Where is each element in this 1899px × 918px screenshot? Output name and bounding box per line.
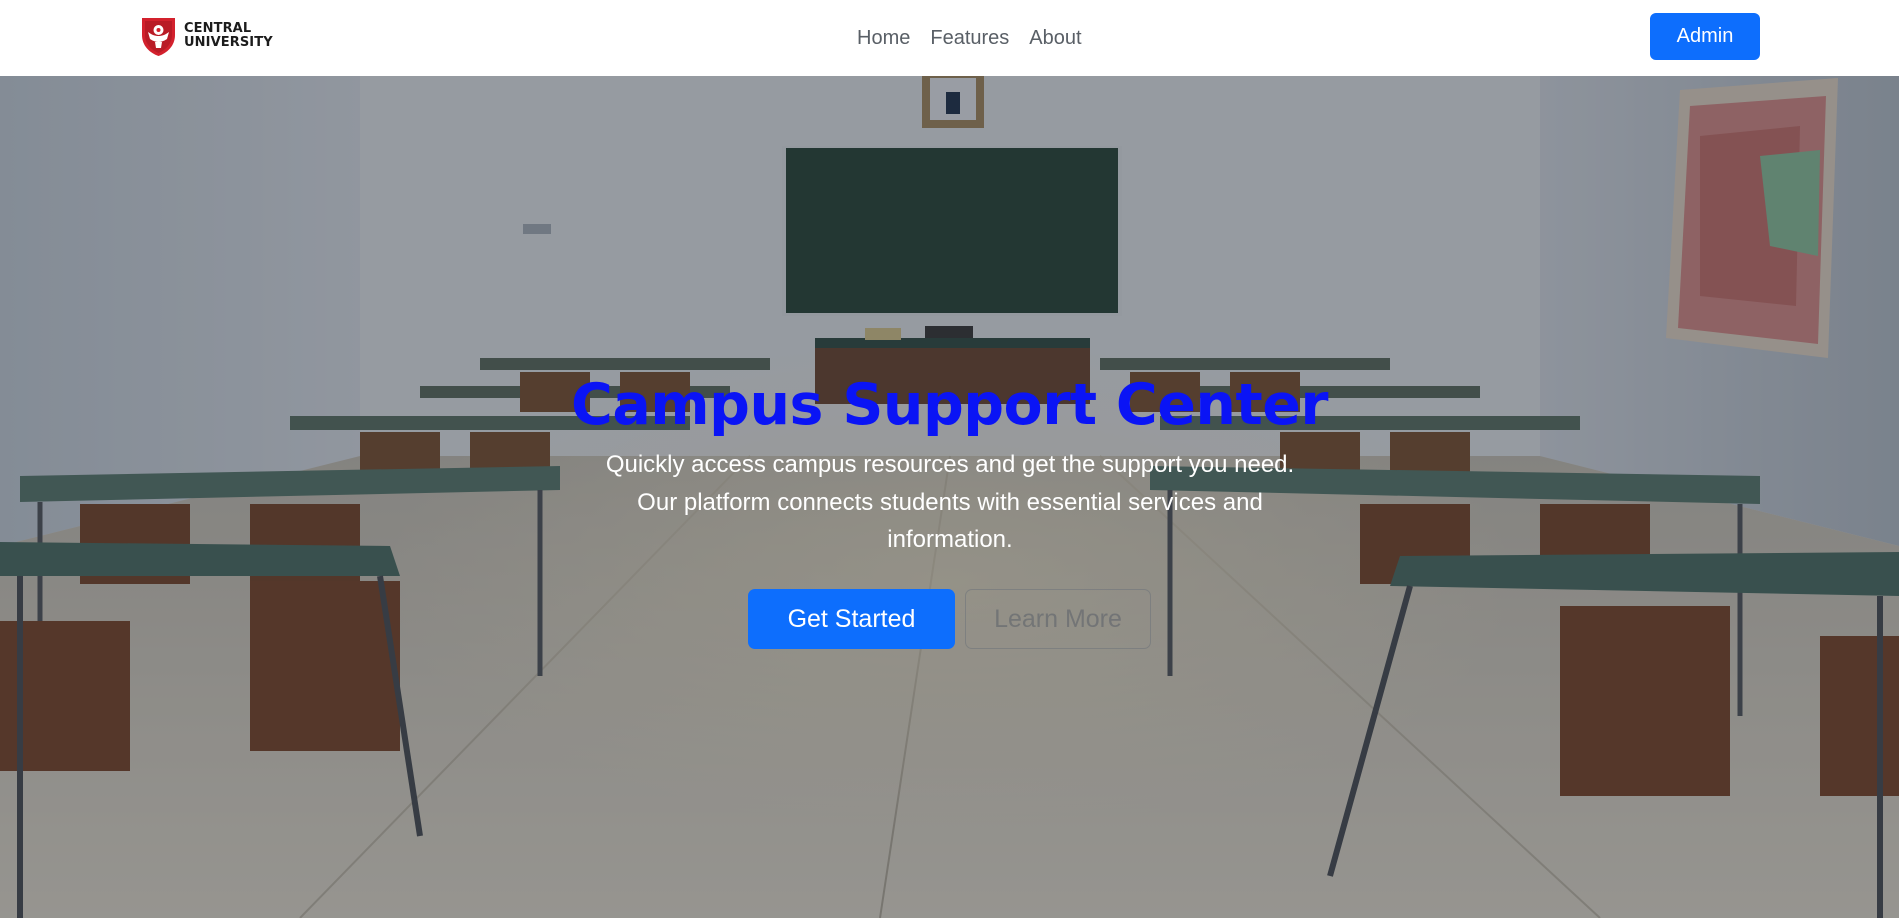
nav-features-link[interactable]: Features (930, 27, 1009, 49)
get-started-button[interactable]: Get Started (748, 589, 955, 649)
hero-section: Campus Support Center Quickly access cam… (0, 76, 1899, 918)
brand-logo-link[interactable]: CENTRAL UNIVERSITY (140, 15, 273, 57)
nav-about-link[interactable]: About (1029, 27, 1081, 49)
university-shield-logo-icon (142, 18, 175, 56)
brand-name: CENTRAL UNIVERSITY (184, 22, 273, 50)
hero-description-line-2: Our platform connects students with esse… (637, 488, 1263, 516)
nav-home-link[interactable]: Home (857, 27, 910, 49)
brand-line-1: CENTRAL (184, 21, 252, 36)
brand-line-2: UNIVERSITY (184, 35, 273, 50)
hero-title: Campus Support Center (570, 372, 1329, 438)
hero-description: Quickly access campus resources and get … (600, 446, 1300, 559)
hero-description-line-1: Quickly access campus resources and get … (605, 451, 1295, 478)
learn-more-button[interactable]: Learn More (965, 589, 1151, 649)
main-nav: Home Features About (857, 22, 1082, 54)
navbar: CENTRAL UNIVERSITY Home Features About A… (0, 0, 1899, 76)
hero-actions: Get Started Learn More (748, 589, 1151, 649)
hero-description-line-3: information. (887, 526, 1013, 553)
admin-button[interactable]: Admin (1650, 13, 1760, 60)
